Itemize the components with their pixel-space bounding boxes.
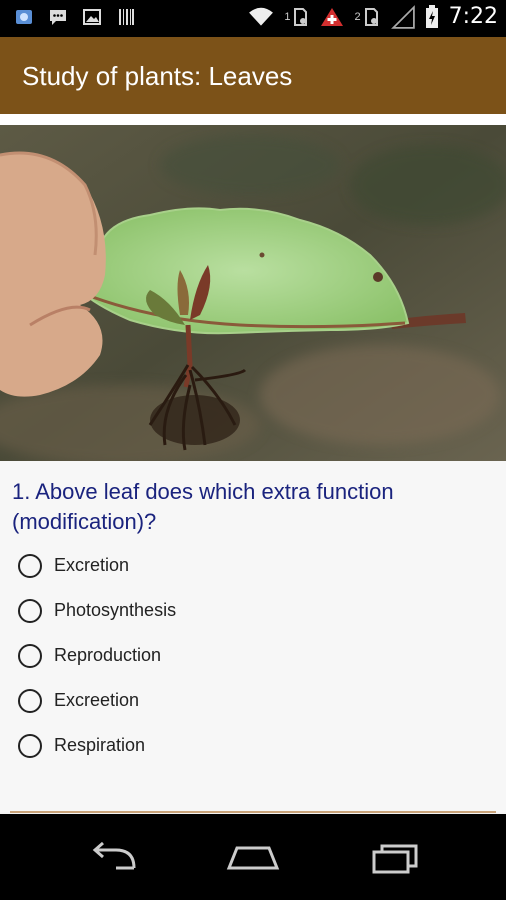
home-icon[interactable]: [225, 838, 281, 878]
notification-icons: [14, 7, 136, 27]
divider: [0, 114, 506, 125]
radio-button[interactable]: [18, 598, 42, 623]
status-bar: 1 2 7:22: [0, 0, 506, 37]
wifi-icon: [249, 7, 274, 26]
sim1-icon: [294, 7, 308, 26]
sim2-icon: [364, 7, 378, 26]
page-title: Study of plants: Leaves: [22, 61, 293, 91]
option-photosynthesis[interactable]: Photosynthesis: [18, 588, 176, 633]
sim2-indicator: 2: [354, 7, 380, 27]
divider: [10, 811, 496, 813]
option-excreetion[interactable]: Excreetion: [18, 678, 176, 723]
option-respiration[interactable]: Respiration: [18, 723, 176, 768]
option-label: Respiration: [54, 735, 146, 755]
action-bar: Study of plants: Leaves: [0, 37, 506, 114]
sim1-indicator: 1: [284, 7, 310, 27]
radio-button[interactable]: [18, 643, 42, 668]
clock: 7:22: [448, 4, 498, 29]
radio-button[interactable]: [18, 688, 42, 713]
option-label: Excretion: [54, 555, 130, 575]
question-text: 1. Above leaf does which extra function …: [12, 479, 394, 534]
answer-options: Excretion Photosynthesis Reproduction Ex…: [18, 543, 176, 768]
question-image: [0, 125, 506, 461]
barcode-icon: [119, 9, 134, 25]
battery-icon: [425, 4, 438, 28]
image-icon: [83, 9, 101, 25]
chat-icon: [50, 10, 66, 25]
recents-icon[interactable]: [368, 838, 424, 878]
radio-button[interactable]: [18, 553, 42, 578]
system-status-icons: 1 2 7:22: [248, 4, 498, 29]
option-excretion[interactable]: Excretion: [18, 543, 176, 588]
signal-icon: [390, 4, 415, 29]
drive-icon: [16, 10, 32, 24]
option-label: Photosynthesis: [54, 600, 177, 620]
option-reproduction[interactable]: Reproduction: [18, 633, 176, 678]
navigation-bar: [0, 814, 506, 900]
option-label: Excreetion: [54, 690, 140, 710]
radio-button[interactable]: [18, 733, 42, 758]
alert-icon: [321, 7, 344, 26]
quiz-content: 1. Above leaf does which extra function …: [0, 461, 506, 812]
back-icon[interactable]: [86, 838, 142, 878]
option-label: Reproduction: [54, 645, 162, 665]
